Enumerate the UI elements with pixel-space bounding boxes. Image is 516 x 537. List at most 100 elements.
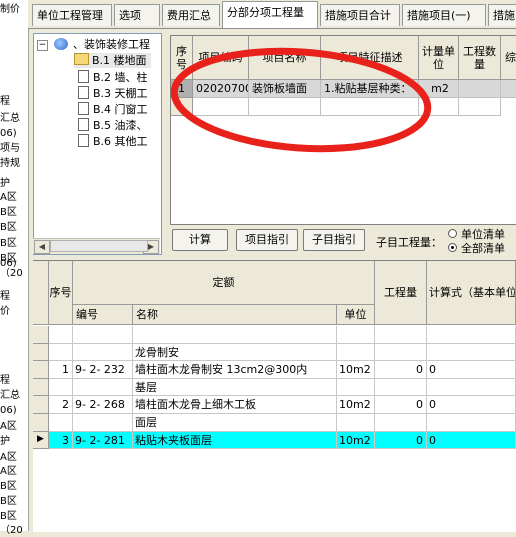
tab-itemized-quantity[interactable]: 分部分项工程量: [222, 1, 318, 28]
cell-qty[interactable]: [375, 378, 427, 397]
cell-formula[interactable]: [427, 378, 516, 397]
left-strip-item[interactable]: B区: [0, 207, 17, 219]
col-header-code[interactable]: 编号: [73, 305, 133, 325]
sub-item-guide-button[interactable]: 子目指引: [303, 229, 365, 251]
cell-seq[interactable]: 3: [49, 431, 73, 450]
current-row-arrow-icon[interactable]: ▶: [33, 431, 49, 450]
tab-measures-total[interactable]: 措施项目合计: [320, 4, 400, 26]
left-strip-item[interactable]: 护: [0, 178, 10, 190]
left-strip-item[interactable]: 06): [0, 258, 17, 270]
cell-qty[interactable]: 0: [375, 431, 427, 450]
tab-unit-project[interactable]: 单位工程管理: [32, 4, 112, 26]
collapse-icon[interactable]: −: [37, 40, 48, 51]
cell-name[interactable]: [133, 326, 337, 344]
tab-cost-summary[interactable]: 费用汇总: [162, 4, 220, 26]
col-header-formula[interactable]: 计算式（基本单位）: [427, 261, 516, 325]
cell-name[interactable]: 墙柱面木龙骨制安 13cm2@300内: [133, 361, 337, 379]
cell-unit[interactable]: [337, 378, 375, 397]
left-strip-item[interactable]: A区: [0, 452, 17, 464]
cell-formula[interactable]: [427, 343, 516, 362]
row-indicator[interactable]: [33, 414, 49, 432]
cell-unit[interactable]: [337, 414, 375, 432]
cell-name[interactable]: 墙柱面木龙骨上细木工板: [133, 396, 337, 414]
tree-item-b3[interactable]: B.3 天棚工: [78, 86, 148, 101]
cell-name[interactable]: 面层: [133, 414, 337, 432]
left-strip-item[interactable]: B区: [0, 238, 17, 250]
cell-code[interactable]: [73, 414, 133, 432]
cell-unit[interactable]: [337, 343, 375, 362]
cell-formula[interactable]: 0: [427, 396, 516, 414]
col-header-quota[interactable]: 定额: [73, 261, 375, 305]
col-header-extra[interactable]: 综: [501, 36, 516, 80]
cell-qty[interactable]: 0: [375, 361, 427, 379]
left-strip-item[interactable]: A区: [0, 192, 17, 204]
left-strip-item[interactable]: B区: [0, 511, 17, 523]
left-strip-item[interactable]: 制价: [0, 4, 20, 16]
scroll-thumb[interactable]: [50, 240, 148, 252]
row-indicator[interactable]: [33, 378, 49, 397]
left-strip-item[interactable]: 程: [0, 291, 10, 303]
left-project-tree-strip[interactable]: 制价程汇总 06) 项与 持规护 A区 B区 B区 B区 B区 （20 06) 程价程汇总 06) A区护…: [0, 0, 29, 536]
tab-options[interactable]: 选项: [114, 4, 160, 26]
col-header-seq[interactable]: 序号: [49, 261, 73, 325]
cell-seq[interactable]: [49, 378, 73, 397]
tree-item-b4[interactable]: B.4 门窗工: [78, 102, 148, 117]
row-indicator[interactable]: [33, 343, 49, 362]
tree-root[interactable]: − 、装饰装修工程: [37, 38, 150, 52]
radio-all-list[interactable]: [448, 243, 457, 252]
tree-item-b5[interactable]: B.5 油漆、: [78, 118, 148, 133]
cell-formula[interactable]: [427, 414, 516, 432]
cell-qty[interactable]: [375, 326, 427, 344]
tree-item-b2[interactable]: B.2 墙、柱: [78, 70, 148, 85]
row-indicator[interactable]: [33, 396, 49, 414]
radio-all-list-label[interactable]: 全部清单: [461, 240, 505, 256]
col-header-qty[interactable]: 工程数量: [459, 36, 501, 80]
cell-formula[interactable]: 0: [427, 431, 516, 450]
cell-seq[interactable]: [49, 326, 73, 344]
cell-item-qty[interactable]: [459, 80, 501, 98]
cell-unit[interactable]: 10m2: [337, 431, 375, 450]
left-strip-item[interactable]: 项与: [0, 143, 20, 155]
scroll-left-icon[interactable]: ◀: [34, 240, 50, 254]
cell-formula[interactable]: [427, 326, 516, 344]
cell-code[interactable]: 9- 2- 281: [73, 431, 133, 450]
left-strip-item[interactable]: （20: [0, 525, 23, 537]
left-strip-item[interactable]: 程: [0, 96, 10, 108]
left-strip-item[interactable]: 持规: [0, 158, 20, 170]
row-indicator[interactable]: [33, 326, 49, 344]
cell-code[interactable]: [73, 343, 133, 362]
left-strip-item[interactable]: 06): [0, 128, 17, 140]
left-strip-item[interactable]: 价: [0, 306, 10, 318]
cell-empty[interactable]: [459, 98, 501, 116]
tab-measures-more[interactable]: 措施: [488, 4, 516, 26]
cell-item-extra[interactable]: [501, 80, 516, 98]
left-strip-item[interactable]: B区: [0, 496, 17, 508]
cell-code[interactable]: [73, 378, 133, 397]
tab-measures-one[interactable]: 措施项目(一): [402, 4, 486, 26]
cell-code[interactable]: [73, 326, 133, 344]
cell-code[interactable]: 9- 2- 232: [73, 361, 133, 379]
cell-qty[interactable]: [375, 343, 427, 362]
radio-unit-list[interactable]: [448, 229, 457, 238]
left-strip-item[interactable]: 汇总: [0, 390, 20, 402]
cell-name[interactable]: 龙骨制安: [133, 343, 337, 362]
cell-code[interactable]: 9- 2- 268: [73, 396, 133, 414]
tree-item-b6[interactable]: B.6 其他工: [78, 134, 148, 149]
row-indicator[interactable]: [33, 361, 49, 379]
cell-seq[interactable]: 2: [49, 396, 73, 414]
left-strip-item[interactable]: B区: [0, 222, 17, 234]
cell-unit[interactable]: 10m2: [337, 361, 375, 379]
quota-grid[interactable]: 序号 定额 编号 名称 单位 工程量 计算式（基本单位） 龙骨制安19- 2- …: [33, 260, 516, 532]
col-header-qty[interactable]: 工程量: [375, 261, 427, 325]
cell-unit[interactable]: [337, 326, 375, 344]
cell-name[interactable]: 粘贴木夹板面层: [133, 431, 337, 450]
left-strip-item[interactable]: A区: [0, 421, 17, 433]
left-strip-item[interactable]: 汇总: [0, 113, 20, 125]
tree-item-b1[interactable]: B.1 楼地面: [74, 53, 151, 68]
cell-qty[interactable]: 0: [375, 396, 427, 414]
cell-name[interactable]: 基层: [133, 378, 337, 397]
left-strip-item[interactable]: 护: [0, 436, 10, 448]
cell-unit[interactable]: 10m2: [337, 396, 375, 414]
left-strip-item[interactable]: 程: [0, 375, 10, 387]
cell-formula[interactable]: 0: [427, 361, 516, 379]
